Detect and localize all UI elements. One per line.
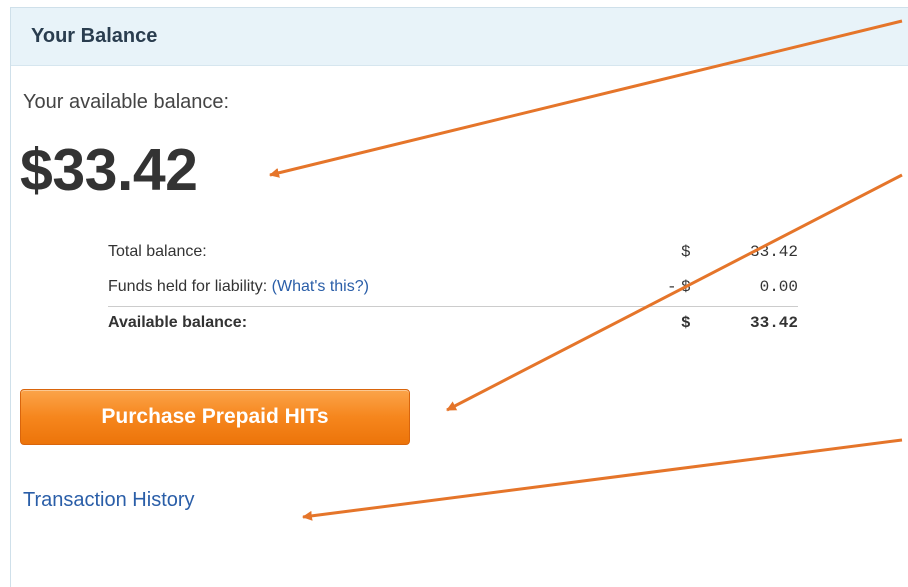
available-balance-amount: $33.42 xyxy=(20,137,198,203)
funds-held-label: Funds held for liability: xyxy=(108,278,268,295)
purchase-prepaid-hits-button[interactable]: Purchase Prepaid HITs xyxy=(20,389,410,445)
available-balance-row-label: Available balance: xyxy=(108,314,248,331)
funds-held-row: Funds held for liability: (What's this?)… xyxy=(108,271,798,306)
funds-held-label-wrapper: Funds held for liability: (What's this?) xyxy=(108,278,369,296)
funds-held-amount: 0.00 xyxy=(759,278,798,296)
balance-breakdown-table: Total balance: $ 33.42 Funds held for li… xyxy=(108,236,798,342)
funds-held-sign: - xyxy=(667,278,677,296)
available-balance-row-currency: $ xyxy=(681,314,691,332)
total-balance-amount: 33.42 xyxy=(749,243,798,261)
whats-this-link[interactable]: (What's this?) xyxy=(272,278,369,295)
total-balance-currency: $ xyxy=(681,243,691,261)
available-balance-label: Your available balance: xyxy=(23,91,230,113)
available-balance-row: Available balance: $ 33.42 xyxy=(108,306,798,342)
available-balance-row-amount: 33.42 xyxy=(749,314,798,332)
panel-header: Your Balance xyxy=(11,8,908,66)
funds-held-currency: $ xyxy=(681,278,691,296)
total-balance-row: Total balance: $ 33.42 xyxy=(108,236,798,271)
transaction-history-link[interactable]: Transaction History xyxy=(23,489,195,512)
total-balance-label: Total balance: xyxy=(108,243,207,260)
panel-title: Your Balance xyxy=(31,25,158,47)
page: Your Balance Your available balance: $33… xyxy=(0,0,908,587)
